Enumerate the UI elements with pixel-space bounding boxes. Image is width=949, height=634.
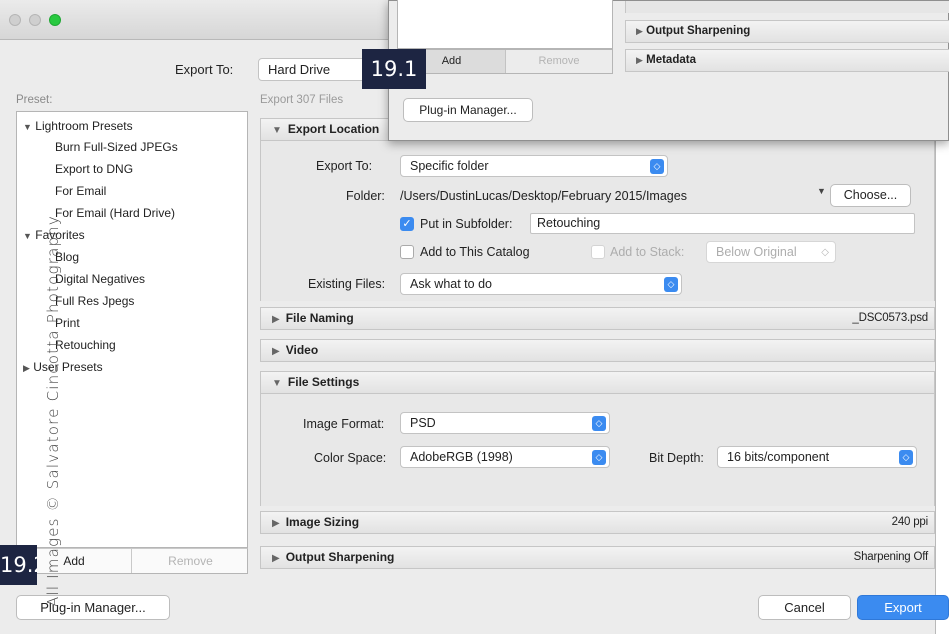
export-count-label: Export 307 Files bbox=[260, 94, 344, 106]
add-to-catalog-checkbox[interactable] bbox=[400, 245, 414, 259]
choose-folder-button[interactable]: Choose... bbox=[830, 184, 911, 207]
list-item[interactable]: Export to DNG bbox=[55, 162, 133, 176]
existing-files-value: Ask what to do bbox=[410, 277, 492, 291]
stack-position-popup[interactable]: Below Original ◇ bbox=[706, 241, 836, 263]
image-format-value: PSD bbox=[410, 416, 436, 430]
stepper-icon: ◇ bbox=[899, 450, 913, 465]
location-export-to-label: Export To: bbox=[316, 159, 373, 173]
zoom-window-button[interactable] bbox=[49, 14, 61, 26]
section-output-sharpening[interactable]: ▶ Output Sharpening Sharpening Off bbox=[260, 546, 935, 569]
stepper-icon: ◇ bbox=[664, 277, 678, 292]
triangle-down-icon: ▼ bbox=[272, 378, 282, 389]
bit-depth-label: Bit Depth: bbox=[649, 451, 704, 465]
inset-preset-list bbox=[397, 0, 613, 49]
existing-files-popup[interactable]: Ask what to do ◇ bbox=[400, 273, 682, 295]
section-title: Image Sizing bbox=[285, 515, 360, 529]
section-video[interactable]: ▶ Video bbox=[260, 339, 935, 362]
add-to-catalog-label: Add to This Catalog bbox=[420, 245, 530, 259]
list-item[interactable]: Retouching bbox=[55, 338, 116, 352]
list-item[interactable]: Digital Negatives bbox=[55, 272, 145, 286]
triangle-down-icon: ▼ bbox=[23, 231, 32, 241]
section-title: Metadata bbox=[646, 54, 696, 66]
inset-top-panel bbox=[625, 1, 949, 13]
bit-depth-value: 16 bits/component bbox=[727, 450, 830, 464]
subfolder-value: Retouching bbox=[537, 216, 601, 230]
section-title: Output Sharpening bbox=[646, 25, 751, 37]
add-to-stack-checkbox[interactable] bbox=[591, 245, 605, 259]
remove-preset-button[interactable]: Remove bbox=[133, 549, 248, 573]
color-space-popup[interactable]: AdobeRGB (1998) ◇ bbox=[400, 446, 610, 468]
folder-label: Folder: bbox=[346, 189, 385, 203]
minimize-window-button[interactable] bbox=[29, 14, 41, 26]
preset-group-lightroom[interactable]: ▼ Lightroom Presets bbox=[23, 119, 133, 133]
color-space-value: AdobeRGB (1998) bbox=[410, 450, 513, 464]
plugin-manager-button[interactable]: Plug-in Manager... bbox=[16, 595, 170, 620]
section-summary: Sharpening Off bbox=[853, 551, 929, 563]
stepper-icon: ◇ bbox=[592, 450, 606, 465]
triangle-right-icon: ▶ bbox=[636, 55, 643, 65]
section-title: File Naming bbox=[285, 311, 354, 325]
triangle-right-icon: ▶ bbox=[272, 553, 280, 564]
triangle-down-icon: ▼ bbox=[23, 122, 32, 132]
section-title: Export Location bbox=[287, 122, 380, 136]
subfolder-label: Put in Subfolder: bbox=[420, 217, 513, 231]
stepper-icon: ◇ bbox=[650, 159, 664, 174]
stepper-icon: ◇ bbox=[592, 416, 606, 431]
section-summary: _DSC0573.psd bbox=[852, 312, 928, 324]
stepper-icon: ◇ bbox=[821, 247, 829, 258]
section-file-settings[interactable]: ▼ File Settings bbox=[260, 371, 935, 394]
list-item[interactable]: For Email bbox=[55, 184, 106, 198]
figure-badge-19-2: 19.2 bbox=[0, 545, 37, 585]
bit-depth-popup[interactable]: 16 bits/component ◇ bbox=[717, 446, 917, 468]
close-window-button[interactable] bbox=[9, 14, 21, 26]
preset-group-user[interactable]: ▶ User Presets bbox=[23, 360, 103, 374]
inset-section-metadata[interactable]: ▶ Metadata bbox=[625, 49, 949, 72]
inset-list-footer: Add Remove bbox=[397, 49, 613, 74]
subfolder-checkbox[interactable]: ✓ bbox=[400, 217, 414, 231]
triangle-right-icon: ▶ bbox=[636, 26, 643, 36]
add-to-stack-label: Add to Stack: bbox=[610, 245, 685, 259]
photo-credit-watermark: All Images © Salvatore Cincotta Photogra… bbox=[44, 215, 62, 607]
inset-section-output-sharpening[interactable]: ▶ Output Sharpening bbox=[625, 20, 949, 43]
preset-label: Preset: bbox=[16, 94, 53, 106]
folder-path: /Users/DustinLucas/Desktop/February 2015… bbox=[400, 189, 687, 203]
section-file-naming[interactable]: ▶ File Naming _DSC0573.psd bbox=[260, 307, 935, 330]
section-image-sizing[interactable]: ▶ Image Sizing 240 ppi bbox=[260, 511, 935, 534]
triangle-right-icon: ▶ bbox=[272, 518, 280, 529]
image-format-popup[interactable]: PSD ◇ bbox=[400, 412, 610, 434]
list-item[interactable]: Full Res Jpegs bbox=[55, 294, 134, 308]
section-title: Video bbox=[285, 343, 319, 357]
inset-remove-button[interactable]: Remove bbox=[506, 50, 612, 73]
subfolder-input[interactable]: Retouching bbox=[530, 213, 915, 234]
triangle-right-icon: ▶ bbox=[23, 363, 30, 373]
location-export-to-value: Specific folder bbox=[410, 159, 489, 173]
checkmark-icon: ✓ bbox=[402, 218, 412, 230]
triangle-right-icon: ▶ bbox=[272, 314, 280, 325]
export-button[interactable]: Export bbox=[857, 595, 949, 620]
location-export-to-popup[interactable]: Specific folder ◇ bbox=[400, 155, 668, 177]
figure-badge-19-1: 19.1 bbox=[362, 49, 426, 89]
stack-position-value: Below Original bbox=[716, 245, 797, 259]
existing-files-label: Existing Files: bbox=[308, 277, 386, 291]
color-space-label: Color Space: bbox=[314, 451, 387, 465]
section-title: Output Sharpening bbox=[285, 550, 395, 564]
list-item-label: Lightroom Presets bbox=[35, 119, 133, 133]
triangle-right-icon: ▶ bbox=[272, 346, 280, 357]
inset-plugin-manager-button[interactable]: Plug-in Manager... bbox=[403, 98, 533, 122]
triangle-down-icon: ▼ bbox=[272, 125, 282, 136]
export-to-value: Hard Drive bbox=[268, 62, 331, 77]
list-item[interactable]: For Email (Hard Drive) bbox=[55, 206, 175, 220]
list-item[interactable]: Burn Full-Sized JPEGs bbox=[55, 140, 178, 154]
section-title: File Settings bbox=[287, 375, 360, 389]
inset-screenshot: Add Remove Plug-in Manager... ▶ Output S… bbox=[388, 0, 949, 141]
cancel-button[interactable]: Cancel bbox=[758, 595, 851, 620]
image-format-label: Image Format: bbox=[303, 417, 385, 431]
folder-history-dropdown-icon[interactable]: ▼ bbox=[817, 186, 826, 196]
export-to-label: Export To: bbox=[175, 62, 234, 77]
section-summary: 240 ppi bbox=[891, 516, 929, 528]
